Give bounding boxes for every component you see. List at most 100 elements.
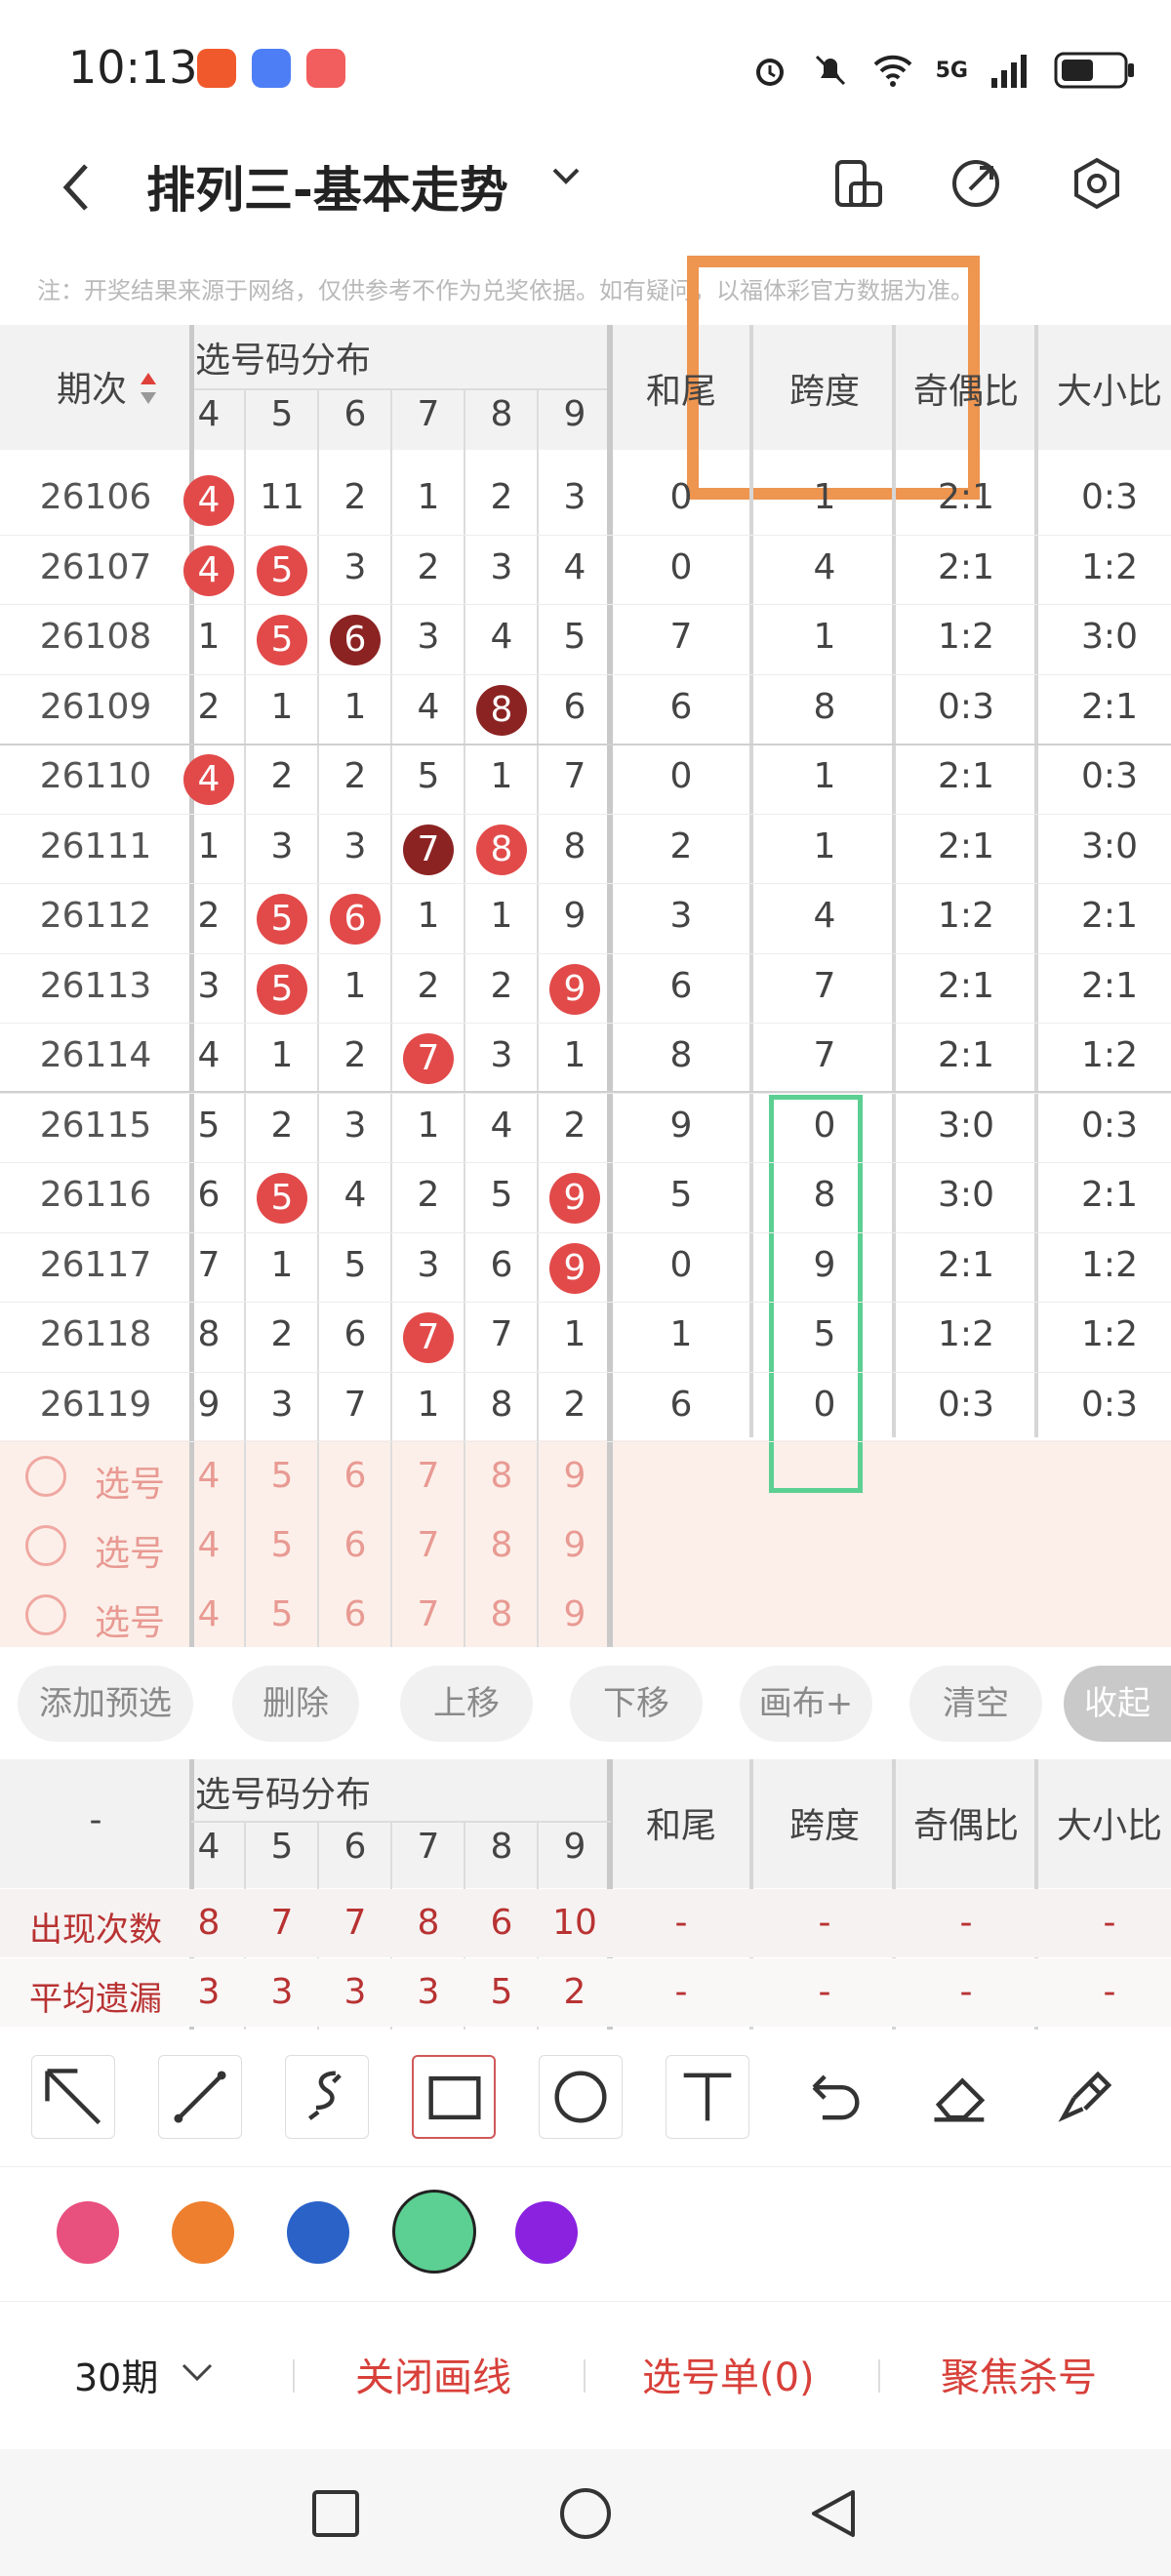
select-digit[interactable]: 9 bbox=[539, 1456, 611, 1496]
color-swatch[interactable] bbox=[172, 2201, 234, 2264]
stats-extra-header: 和尾 bbox=[645, 1806, 716, 1846]
select-label[interactable]: 选号 bbox=[86, 1456, 174, 1507]
rectangle-icon[interactable] bbox=[412, 2055, 496, 2139]
extra-header[interactable]: 跨度 bbox=[754, 363, 895, 414]
add-preselect-button[interactable]: 添加预选 bbox=[18, 1666, 193, 1742]
select-label[interactable]: 选号 bbox=[86, 1594, 174, 1645]
digit-header: 4 bbox=[197, 394, 221, 434]
extra-header[interactable]: 大小比 bbox=[1039, 363, 1171, 414]
select-radio[interactable] bbox=[25, 1594, 66, 1635]
select-radio[interactable] bbox=[25, 1456, 66, 1497]
stats-value: 5 bbox=[490, 1972, 513, 2012]
stats-value: 7 bbox=[270, 1903, 294, 1943]
select-digit[interactable]: 8 bbox=[465, 1594, 538, 1634]
select-radio[interactable] bbox=[25, 1525, 66, 1566]
hit-ball: 8 bbox=[476, 824, 527, 875]
extra-cell: 2:1 bbox=[938, 965, 994, 1006]
select-label[interactable]: 选号 bbox=[86, 1525, 174, 1576]
col-period-header[interactable]: 期次 bbox=[57, 361, 127, 412]
undo-icon[interactable] bbox=[792, 2055, 876, 2139]
select-digit[interactable]: 5 bbox=[246, 1456, 318, 1496]
extra-cell: 1:2 bbox=[1081, 546, 1138, 587]
line-icon[interactable] bbox=[158, 2055, 242, 2139]
collapse-button[interactable]: 收起 bbox=[1064, 1666, 1171, 1742]
extra-cell: 7 bbox=[813, 1035, 836, 1075]
digit-cell: 2 bbox=[270, 756, 294, 796]
period-select[interactable]: 30期 bbox=[74, 2348, 158, 2401]
select-digit[interactable]: 7 bbox=[392, 1456, 464, 1496]
color-swatch[interactable] bbox=[515, 2201, 578, 2264]
digit-cell: 1 bbox=[270, 1244, 294, 1285]
page-title[interactable]: 排列三-基本走势 bbox=[146, 151, 508, 221]
share-icon[interactable] bbox=[949, 156, 1003, 211]
select-digit[interactable]: 8 bbox=[465, 1525, 538, 1565]
select-digit[interactable]: 6 bbox=[319, 1525, 391, 1565]
move-down-button[interactable]: 下移 bbox=[570, 1666, 703, 1742]
stats-extra-header: 大小比 bbox=[1056, 1806, 1162, 1846]
extra-cell: 3:0 bbox=[1081, 825, 1138, 866]
color-swatch[interactable] bbox=[287, 2201, 349, 2264]
selection-list-button[interactable]: 选号单(0) bbox=[642, 2346, 815, 2402]
hit-ball: 4 bbox=[183, 544, 234, 596]
chevron-down-icon[interactable] bbox=[180, 2357, 215, 2387]
curve-icon[interactable] bbox=[285, 2055, 369, 2139]
select-digit[interactable]: 4 bbox=[173, 1594, 245, 1634]
select-digit[interactable]: 9 bbox=[539, 1525, 611, 1565]
delete-button[interactable]: 删除 bbox=[232, 1666, 359, 1742]
digit-cell: 2 bbox=[490, 965, 513, 1006]
settings-icon[interactable] bbox=[1070, 156, 1124, 211]
digit-cell: 2 bbox=[490, 477, 513, 517]
phone-rotate-icon[interactable] bbox=[831, 156, 886, 211]
select-digit[interactable]: 5 bbox=[246, 1594, 318, 1634]
focus-kill-button[interactable]: 聚焦杀号 bbox=[941, 2346, 1097, 2402]
clear-button[interactable]: 清空 bbox=[909, 1666, 1042, 1742]
select-digit[interactable]: 8 bbox=[465, 1456, 538, 1496]
extra-cell: 8 bbox=[813, 686, 836, 727]
hit-ball: 7 bbox=[403, 1033, 454, 1084]
extra-cell: 1:2 bbox=[938, 1314, 994, 1354]
select-digit[interactable]: 4 bbox=[173, 1525, 245, 1565]
eraser-icon[interactable] bbox=[919, 2055, 1003, 2139]
color-swatch[interactable] bbox=[57, 2201, 119, 2264]
extra-cell: 2:1 bbox=[938, 825, 994, 866]
digit-cell: 1 bbox=[270, 1035, 294, 1075]
row-line bbox=[0, 1302, 1171, 1303]
digit-cell: 1 bbox=[343, 965, 367, 1006]
select-digit[interactable]: 4 bbox=[173, 1456, 245, 1496]
canvas-plus-button[interactable]: 画布+ bbox=[740, 1666, 872, 1742]
extra-cell: 0 bbox=[813, 1105, 836, 1146]
hit-ball: 9 bbox=[549, 1242, 600, 1294]
color-swatch[interactable] bbox=[392, 2190, 476, 2274]
stats-value: 3 bbox=[270, 1972, 294, 2012]
digit-cell: 2 bbox=[270, 1314, 294, 1354]
extra-cell: 4 bbox=[813, 546, 836, 587]
select-digit[interactable]: 7 bbox=[392, 1594, 464, 1634]
arrow-icon[interactable] bbox=[31, 2055, 115, 2139]
back-icon[interactable] bbox=[57, 158, 96, 226]
sort-icon[interactable] bbox=[139, 369, 158, 408]
select-digit[interactable]: 9 bbox=[539, 1594, 611, 1634]
digit-cell: 6 bbox=[343, 1314, 367, 1354]
select-digit[interactable]: 7 bbox=[392, 1525, 464, 1565]
extra-header[interactable]: 和尾 bbox=[611, 363, 751, 414]
status-icons: 5G bbox=[750, 49, 1136, 92]
stats-value: 7 bbox=[343, 1903, 367, 1943]
extra-header[interactable]: 奇偶比 bbox=[896, 363, 1036, 414]
select-digit[interactable]: 6 bbox=[319, 1594, 391, 1634]
chevron-down-icon[interactable] bbox=[546, 156, 586, 205]
select-digit[interactable]: 6 bbox=[319, 1456, 391, 1496]
recent-apps-icon[interactable] bbox=[310, 2488, 361, 2539]
select-digit[interactable]: 5 bbox=[246, 1525, 318, 1565]
stats-value: 6 bbox=[490, 1903, 513, 1943]
row-line bbox=[0, 604, 1171, 605]
close-drawing-button[interactable]: 关闭画线 bbox=[355, 2346, 511, 2402]
back-nav-icon[interactable] bbox=[806, 2486, 861, 2541]
text-icon[interactable] bbox=[666, 2055, 749, 2139]
hit-ball: 5 bbox=[257, 894, 307, 945]
clear-brush-icon[interactable] bbox=[1046, 2055, 1130, 2139]
circle-icon[interactable] bbox=[539, 2055, 623, 2139]
digit-cell: 3 bbox=[417, 617, 440, 657]
move-up-button[interactable]: 上移 bbox=[400, 1666, 533, 1742]
digit-cell: 4 bbox=[197, 1035, 221, 1075]
home-icon[interactable] bbox=[558, 2486, 613, 2541]
